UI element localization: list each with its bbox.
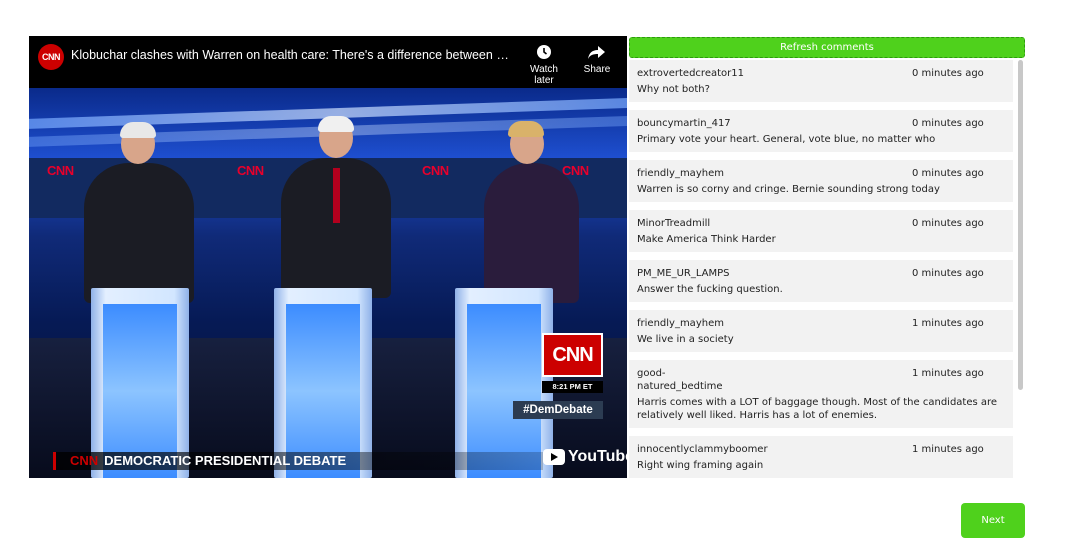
comment-username[interactable]: MinorTreadmill bbox=[637, 217, 897, 230]
comment-time: 0 minutes ago bbox=[912, 68, 984, 79]
share-arrow-icon bbox=[588, 46, 605, 59]
comment-item: innocentlyclammyboomer 1 minutes ago Rig… bbox=[629, 436, 1013, 478]
channel-avatar[interactable]: CNN bbox=[38, 44, 64, 70]
comment-text: Harris comes with a LOT of baggage thoug… bbox=[637, 397, 998, 421]
video-player[interactable]: CNN CNN CNN CNN CNN 8:21 PM ET CNN DEMOCR… bbox=[29, 36, 627, 478]
comment-item: bouncymartin_417 0 minutes ago Primary v… bbox=[629, 110, 1013, 152]
comment-time: 0 minutes ago bbox=[912, 268, 984, 279]
share-label: Share bbox=[583, 64, 611, 75]
video-title-bar: CNN Klobuchar clashes with Warren on hea… bbox=[29, 36, 627, 88]
comment-item: MinorTreadmill 0 minutes ago Make Americ… bbox=[629, 210, 1013, 252]
comment-username[interactable]: friendly_mayhem bbox=[637, 167, 897, 180]
youtube-logo[interactable]: YouTube bbox=[543, 448, 627, 466]
youtube-wordmark: YouTube bbox=[568, 448, 627, 465]
lower-third-banner: CNN DEMOCRATIC PRESIDENTIAL DEBATE bbox=[53, 452, 543, 470]
share-button[interactable]: Share bbox=[582, 44, 612, 75]
comment-item: extrovertedcreator11 0 minutes ago Why n… bbox=[629, 60, 1013, 102]
candidate-right bbox=[484, 163, 579, 303]
video-title[interactable]: Klobuchar clashes with Warren on health … bbox=[71, 48, 511, 62]
podium bbox=[455, 288, 553, 478]
lower-third-logo: CNN bbox=[70, 453, 99, 468]
comment-text: Answer the fucking question. bbox=[637, 284, 783, 295]
comments-list[interactable]: extrovertedcreator11 0 minutes ago Why n… bbox=[629, 60, 1025, 478]
candidate-left bbox=[84, 163, 194, 303]
refresh-comments-button[interactable]: Refresh comments bbox=[629, 37, 1025, 58]
comment-text: Why not both? bbox=[637, 84, 710, 95]
comment-time: 0 minutes ago bbox=[912, 168, 984, 179]
comment-time: 0 minutes ago bbox=[912, 118, 984, 129]
podium bbox=[91, 288, 189, 478]
broadcast-time: 8:21 PM ET bbox=[542, 381, 603, 393]
comment-username[interactable]: PM_ME_UR_LAMPS bbox=[637, 267, 897, 280]
comment-time: 1 minutes ago bbox=[912, 368, 984, 379]
comment-text: Right wing framing again bbox=[637, 460, 764, 471]
video-frame[interactable]: CNN CNN CNN CNN CNN 8:21 PM ET bbox=[29, 88, 627, 478]
comment-username[interactable]: extrovertedcreator11 bbox=[637, 67, 897, 80]
comment-username[interactable]: bouncymartin_417 bbox=[637, 117, 897, 130]
comment-time: 1 minutes ago bbox=[912, 318, 984, 329]
comment-time: 0 minutes ago bbox=[912, 218, 984, 229]
comment-text: Warren is so corny and cringe. Bernie so… bbox=[637, 184, 940, 195]
comment-item: good- natured_bedtime 1 minutes ago Harr… bbox=[629, 360, 1013, 428]
next-button[interactable]: Next bbox=[961, 503, 1025, 538]
podium bbox=[274, 288, 372, 478]
comment-item: friendly_mayhem 1 minutes ago We live in… bbox=[629, 310, 1013, 352]
red-tie bbox=[333, 168, 340, 223]
comment-username[interactable]: innocentlyclammyboomer bbox=[637, 443, 897, 456]
comment-text: Make America Think Harder bbox=[637, 234, 776, 245]
comment-text: Primary vote your heart. General, vote b… bbox=[637, 134, 936, 145]
comment-text: We live in a society bbox=[637, 334, 734, 345]
cnn-wall-logo: CNN bbox=[47, 163, 74, 178]
cnn-wall-logo: CNN bbox=[237, 163, 264, 178]
comment-item: PM_ME_UR_LAMPS 0 minutes ago Answer the … bbox=[629, 260, 1013, 302]
cnn-corner-logo: CNN bbox=[542, 333, 603, 377]
comment-username[interactable]: friendly_mayhem bbox=[637, 317, 897, 330]
comment-username[interactable]: good- natured_bedtime bbox=[637, 367, 897, 393]
watch-later-button[interactable]: Watch later bbox=[519, 44, 569, 86]
youtube-play-icon bbox=[543, 449, 565, 465]
cnn-wall-logo: CNN bbox=[422, 163, 449, 178]
debate-hashtag: #DemDebate bbox=[513, 401, 603, 419]
clock-icon bbox=[537, 45, 551, 59]
comments-scrollbar[interactable] bbox=[1018, 60, 1023, 390]
comment-time: 1 minutes ago bbox=[912, 444, 984, 455]
lower-third-text: DEMOCRATIC PRESIDENTIAL DEBATE bbox=[104, 453, 347, 468]
watch-later-label: Watch later bbox=[530, 64, 558, 86]
comment-item: friendly_mayhem 0 minutes ago Warren is … bbox=[629, 160, 1013, 202]
